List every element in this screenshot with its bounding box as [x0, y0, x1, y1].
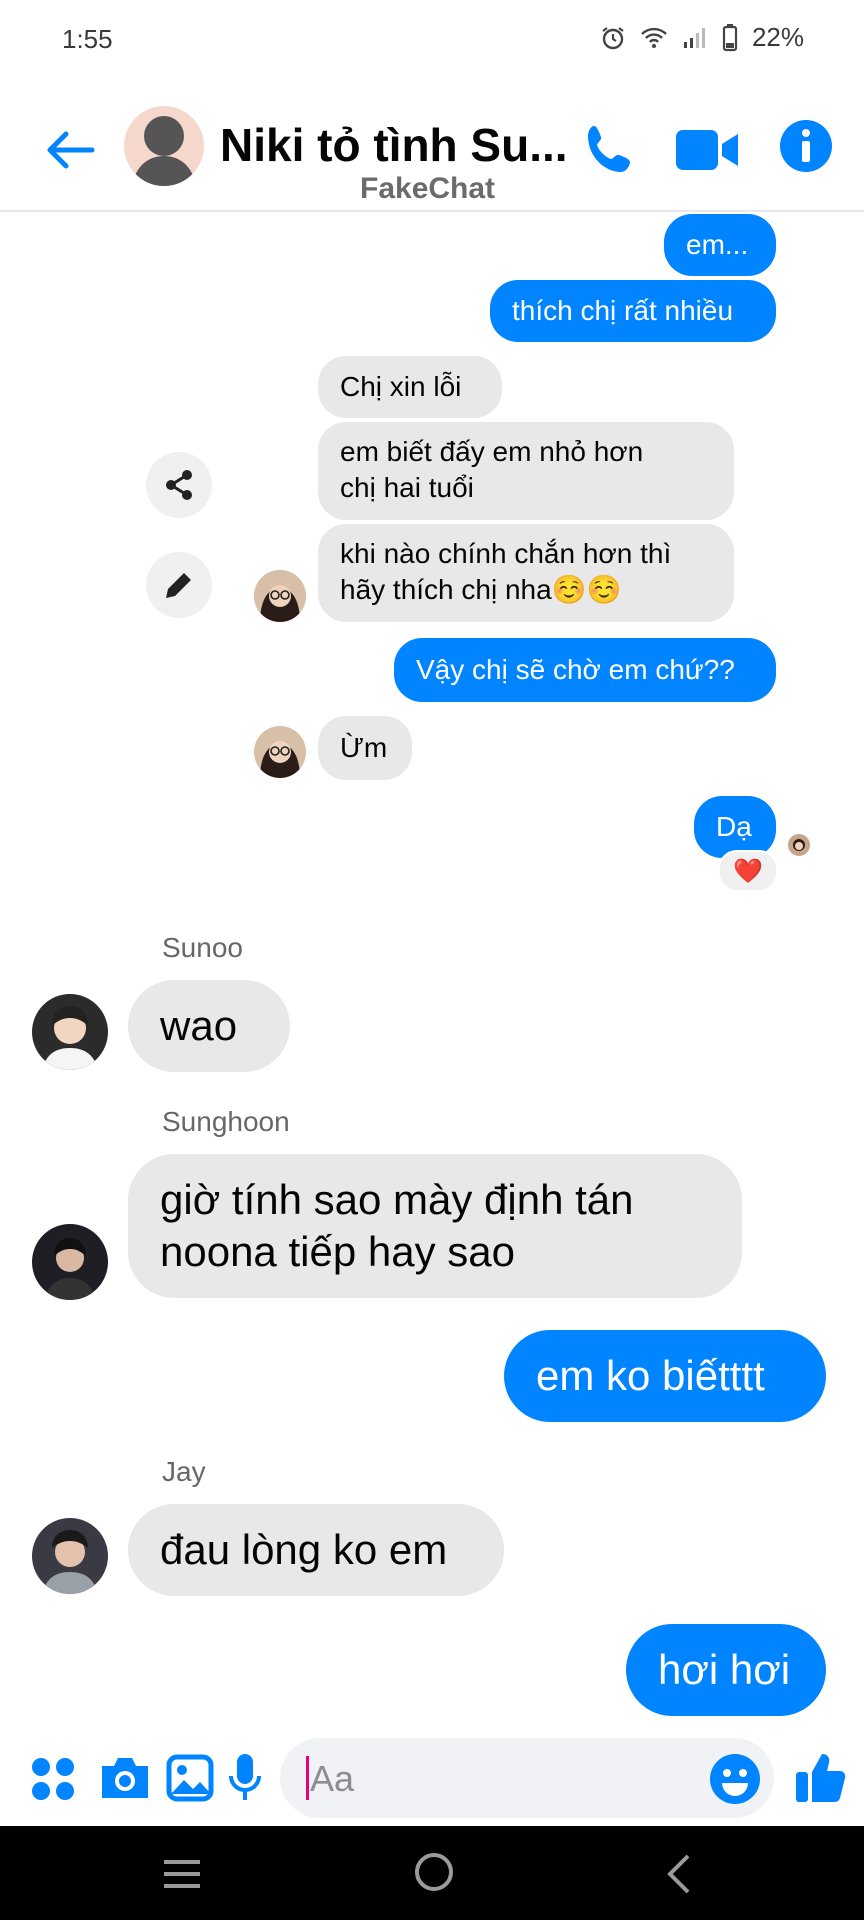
sender-name: Sunghoon [162, 1106, 290, 1137]
reaction-badge[interactable]: ❤️ [718, 850, 778, 892]
outgoing-message[interactable]: Dạ [694, 796, 776, 858]
four-dots-icon [32, 1758, 74, 1800]
arrow-left-icon [47, 131, 95, 169]
apps-button[interactable] [30, 1756, 76, 1807]
contact-avatar[interactable] [32, 1224, 108, 1300]
incoming-message[interactable]: Chị xin lỗi [318, 356, 502, 418]
phone-icon [588, 126, 630, 172]
battery-percent: 22% [751, 22, 804, 52]
sender-name: Jay [162, 1456, 206, 1487]
video-call-button[interactable] [674, 124, 740, 176]
pencil-icon [166, 573, 191, 598]
chat-avatar[interactable] [124, 106, 204, 186]
emoji-button[interactable] [708, 1752, 762, 1811]
chevron-left-icon [667, 1854, 690, 1894]
share-button[interactable] [146, 452, 212, 518]
voice-call-button[interactable] [580, 120, 640, 180]
microphone-icon [229, 1754, 261, 1800]
girl-avatar-icon [254, 726, 306, 778]
status-bar: 1:55 22% [0, 0, 864, 80]
gallery-button[interactable] [166, 1754, 214, 1807]
home-button[interactable] [412, 1850, 456, 1899]
girl-avatar-icon [254, 570, 306, 622]
outgoing-message[interactable]: thích chị rất nhiều [490, 280, 776, 342]
camera-button[interactable] [98, 1754, 152, 1807]
sender-name: Sunoo [162, 932, 243, 963]
image-icon [166, 1754, 214, 1802]
girl-avatar-icon [788, 834, 810, 856]
share-icon [166, 470, 192, 500]
boy-avatar-icon [32, 994, 108, 1070]
thumbs-up-icon [796, 1754, 846, 1802]
info-icon [802, 129, 810, 162]
alarm-icon [602, 26, 624, 49]
info-button[interactable] [780, 120, 832, 172]
camera-icon [102, 1758, 148, 1798]
status-icons: 22% [600, 22, 804, 53]
outgoing-message[interactable]: hơi hơi [626, 1624, 826, 1716]
back-button[interactable] [40, 120, 100, 180]
microphone-button[interactable] [228, 1752, 262, 1809]
incoming-message[interactable]: Ừm [318, 716, 412, 780]
menu-lines-icon [164, 1860, 200, 1888]
incoming-message[interactable]: đau lòng ko em [128, 1504, 504, 1596]
outgoing-message[interactable]: em ko biếtttt [504, 1330, 826, 1422]
system-navigation-bar [0, 1826, 864, 1920]
incoming-message[interactable]: em biết đấy em nhỏ hơn chị hai tuổi [318, 422, 734, 520]
smiley-icon [710, 1754, 760, 1804]
chat-title[interactable]: Niki tỏ tình Su... [220, 118, 568, 172]
battery-icon [722, 23, 738, 51]
video-camera-icon [676, 130, 738, 170]
contact-avatar[interactable] [32, 994, 108, 1070]
person-silhouette-icon [132, 116, 196, 186]
contact-avatar[interactable] [254, 570, 306, 622]
status-time: 1:55 [62, 24, 113, 54]
message-input[interactable]: Aa [280, 1738, 774, 1818]
chat-header: Niki tỏ tình Su... FakeChat [0, 90, 864, 212]
outgoing-message[interactable]: em... [664, 214, 776, 276]
home-circle-icon [415, 1853, 453, 1891]
message-composer: Aa [0, 1734, 864, 1826]
boy-avatar-icon [32, 1518, 108, 1594]
outgoing-message[interactable]: Vậy chị sẽ chờ em chứ?? [394, 638, 776, 702]
incoming-message[interactable]: khi nào chính chắn hơn thì hãy thích chị… [318, 524, 734, 622]
watermark: FakeChat [360, 172, 496, 205]
boy-avatar-icon [32, 1224, 108, 1300]
recent-apps-button[interactable] [160, 1856, 204, 1897]
text-caret [306, 1756, 309, 1800]
incoming-message[interactable]: giờ tính sao mày định tán noona tiếp hay… [128, 1154, 742, 1298]
edit-button[interactable] [146, 552, 212, 618]
contact-avatar[interactable] [254, 726, 306, 778]
contact-avatar[interactable] [32, 1518, 108, 1594]
read-receipt-avatar [788, 834, 810, 856]
like-button[interactable] [794, 1750, 846, 1809]
wifi-icon [641, 27, 667, 48]
input-placeholder: Aa [310, 1758, 355, 1799]
incoming-message[interactable]: wao [128, 980, 290, 1072]
signal-icon [683, 27, 705, 48]
back-nav-button[interactable] [662, 1852, 698, 1901]
